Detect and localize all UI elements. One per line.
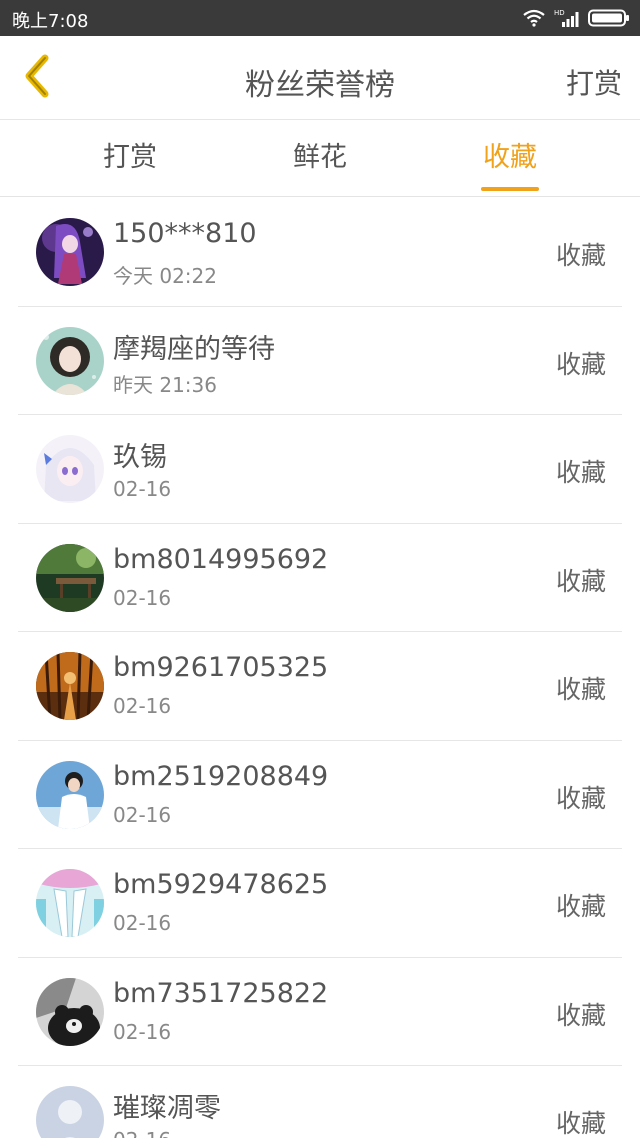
tab-label: 收藏 — [483, 142, 537, 173]
wifi-icon — [522, 9, 546, 27]
fan-name: 玖锡 — [113, 442, 167, 473]
tab-favorites[interactable]: 收藏 — [450, 121, 570, 197]
avatar[interactable] — [36, 435, 104, 503]
avatar[interactable] — [36, 760, 104, 829]
fan-time: 02-16 — [113, 1019, 172, 1044]
fan-time: 02-16 — [113, 477, 172, 501]
fan-time: 02-16 — [113, 585, 172, 610]
avatar[interactable] — [36, 977, 104, 1046]
status-bar: 晚上7:08 HD — [0, 0, 640, 36]
active-tab-indicator — [481, 187, 539, 191]
list-item[interactable]: 璀璨凋零 02-16 收藏 — [18, 1066, 622, 1138]
fan-action-type: 收藏 — [555, 566, 606, 596]
signal-icon: HD — [554, 8, 580, 28]
fan-name: bm7351725822 — [113, 977, 329, 1009]
page-title: 粉丝荣誉榜 — [245, 68, 395, 103]
list-item[interactable]: 摩羯座的等待 昨天 21:36 收藏 — [18, 307, 622, 415]
status-icons: HD — [522, 8, 630, 28]
fan-action-type: 收藏 — [555, 458, 606, 487]
reward-button[interactable]: 打赏 — [566, 62, 622, 102]
default-user-icon — [36, 1086, 104, 1138]
fan-action-type: 收藏 — [555, 675, 606, 704]
fan-action-type: 收藏 — [555, 892, 606, 921]
list-item[interactable]: bm9261705325 02-16 收藏 — [18, 632, 622, 741]
list-item[interactable]: bm7351725822 02-16 收藏 — [18, 958, 622, 1066]
avatar[interactable] — [36, 543, 104, 612]
avatar[interactable] — [36, 869, 104, 937]
fan-name: 璀璨凋零 — [113, 1093, 221, 1124]
avatar[interactable] — [36, 218, 104, 286]
tab-reward[interactable]: 打赏 — [70, 121, 190, 197]
list-item[interactable]: 150***810 今天 02:22 收藏 — [18, 198, 622, 307]
list-item[interactable]: bm2519208849 02-16 收藏 — [18, 741, 622, 849]
fan-time: 今天 02:22 — [113, 264, 217, 288]
fan-list: 150***810 今天 02:22 收藏 摩羯座的等待 昨天 21:36 收藏 — [0, 198, 640, 1138]
status-time: 晚上7:08 — [12, 11, 89, 32]
fan-time: 02-16 — [113, 1128, 171, 1138]
tab-label: 打赏 — [103, 142, 157, 173]
fan-action-type: 收藏 — [555, 783, 606, 813]
app-header: 粉丝荣誉榜 打赏 — [0, 36, 640, 120]
fan-action-type: 收藏 — [555, 1000, 606, 1030]
fan-name: bm2519208849 — [113, 760, 329, 792]
list-item[interactable]: 玖锡 02-16 收藏 — [18, 415, 622, 524]
fan-action-type: 收藏 — [555, 241, 606, 270]
avatar[interactable] — [36, 1086, 104, 1138]
fan-action-type: 收藏 — [555, 1109, 606, 1138]
fan-name: bm9261705325 — [113, 652, 329, 683]
network-type-label: HD — [554, 9, 565, 17]
tab-label: 鲜花 — [293, 142, 347, 173]
list-item[interactable]: bm8014995692 02-16 收藏 — [18, 524, 622, 632]
fan-name: bm5929478625 — [113, 869, 329, 900]
avatar[interactable] — [36, 652, 104, 720]
fan-name: bm8014995692 — [113, 543, 329, 575]
tab-flowers[interactable]: 鲜花 — [260, 121, 380, 197]
list-item[interactable]: bm5929478625 02-16 收藏 — [18, 849, 622, 958]
fan-action-type: 收藏 — [555, 349, 606, 379]
fan-time: 昨天 21:36 — [113, 372, 217, 397]
avatar[interactable] — [36, 326, 104, 395]
fan-name: 摩羯座的等待 — [113, 333, 275, 365]
fan-name: 150***810 — [113, 218, 257, 249]
tab-bar: 打赏 鲜花 收藏 — [0, 121, 640, 197]
battery-icon — [588, 9, 630, 27]
fan-time: 02-16 — [113, 802, 172, 827]
fan-time: 02-16 — [113, 911, 172, 935]
fan-time: 02-16 — [113, 694, 172, 718]
